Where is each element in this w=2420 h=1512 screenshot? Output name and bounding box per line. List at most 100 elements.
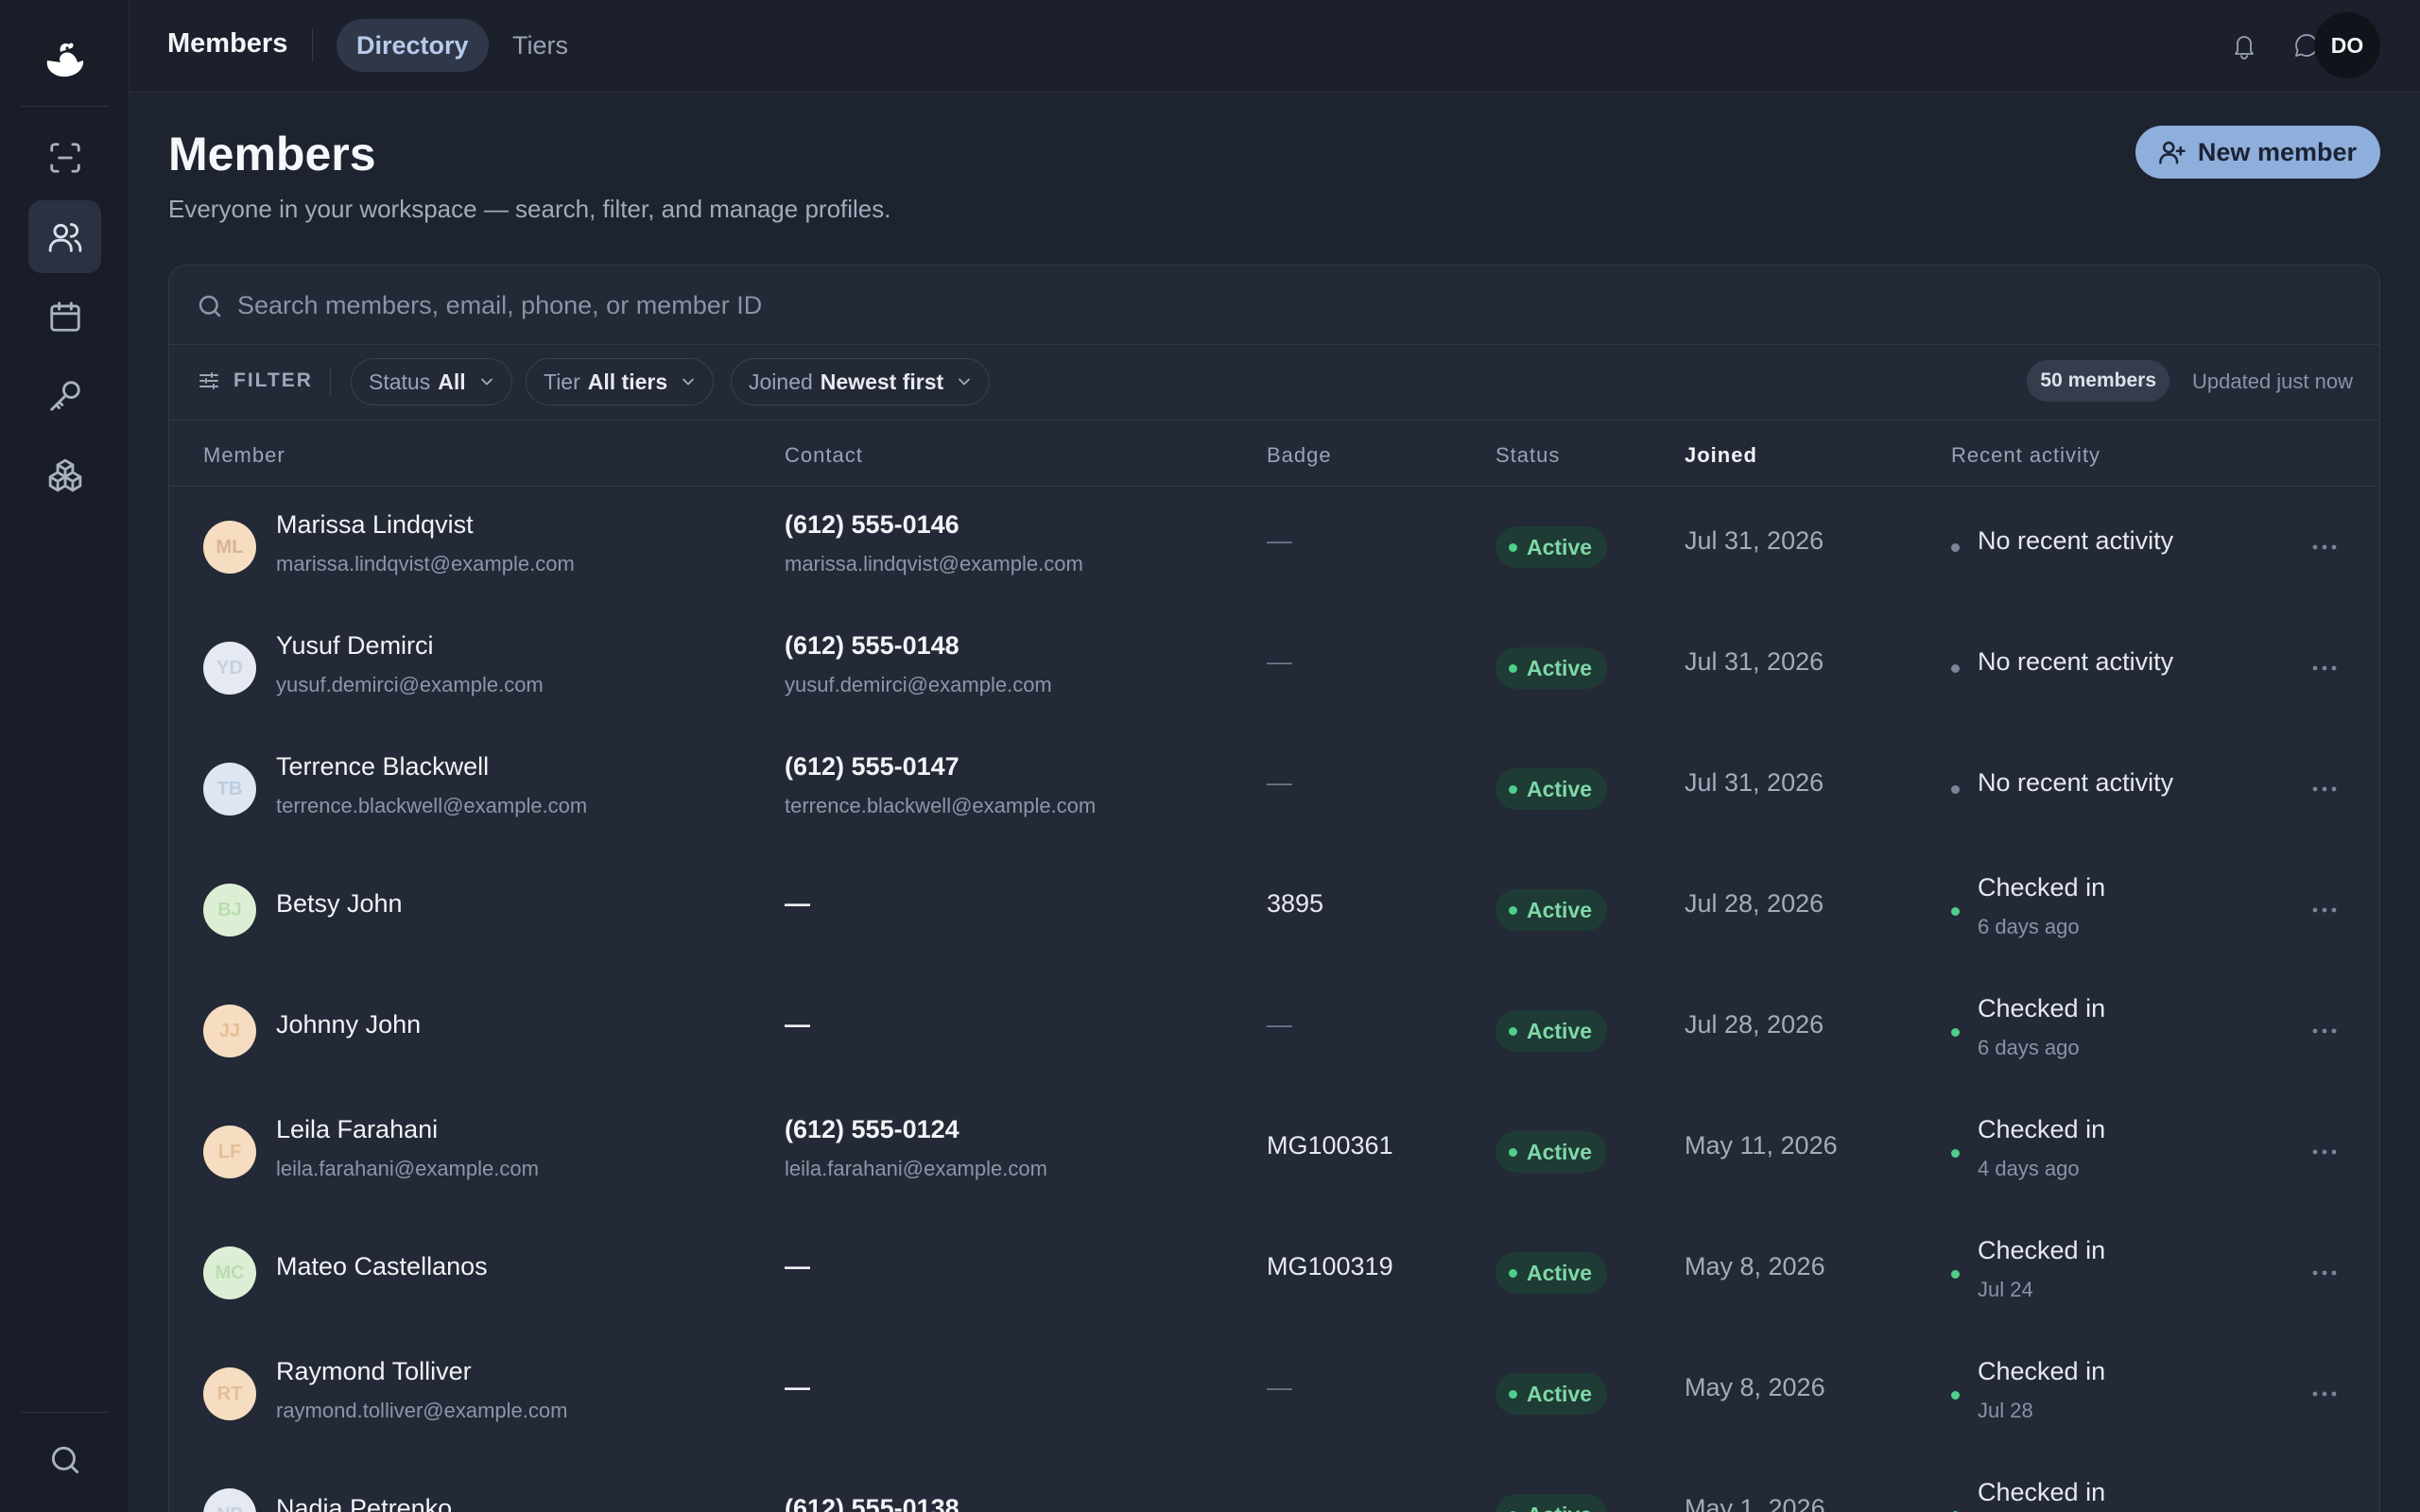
member-email: yusuf.demirci@example.com — [276, 673, 544, 696]
activity-dot — [1951, 1149, 1960, 1158]
badge-empty: — — [1267, 647, 1292, 676]
row-actions-button[interactable] — [2306, 775, 2343, 803]
table-row[interactable]: BJ Betsy John — 3895 Active Jul 28, 2026 Check… — [169, 850, 2379, 971]
calendar-nav-button[interactable] — [28, 280, 101, 352]
column-header-status[interactable]: Status — [1495, 443, 1560, 468]
member-name[interactable]: Mateo Castellanos — [276, 1252, 488, 1281]
member-name[interactable]: Johnny John — [276, 1010, 421, 1040]
user-plus-icon — [2159, 141, 2186, 164]
table-row[interactable]: LF Leila Farahani leila.farahani@example.c… — [169, 1091, 2379, 1212]
joined-date: Jul 28, 2026 — [1685, 1010, 1824, 1039]
duck-logo[interactable] — [36, 32, 93, 89]
member-name[interactable]: Betsy John — [276, 889, 403, 919]
column-header-joined[interactable]: Joined — [1685, 443, 1757, 468]
status-badge: Active — [1495, 526, 1608, 568]
status-badge: Active — [1495, 1373, 1608, 1415]
activity-time: Jul 28 — [1978, 1399, 2033, 1422]
member-name[interactable]: Nadia Petrenko — [276, 1494, 452, 1512]
activity-text: Checked in — [1978, 1115, 2106, 1143]
row-actions-button[interactable] — [2306, 1138, 2343, 1166]
new-member-button[interactable]: New member — [2135, 126, 2380, 179]
member-name[interactable]: Yusuf Demirci — [276, 631, 434, 661]
activity-text: No recent activity — [1978, 768, 2174, 797]
column-header-contact[interactable]: Contact — [785, 443, 863, 468]
tab-tiers[interactable]: Tiers — [493, 19, 588, 72]
activity-time: 4 days ago — [1978, 1157, 2080, 1180]
integrations-nav-button[interactable] — [28, 438, 101, 511]
row-actions-button[interactable] — [2306, 1380, 2343, 1408]
more-horizontal-icon — [2312, 1270, 2337, 1276]
table-row[interactable]: RT Raymond Tolliver raymond.tolliver@examp… — [169, 1333, 2379, 1454]
joined-date: Jul 31, 2026 — [1685, 647, 1824, 676]
boxes-icon — [48, 458, 81, 491]
badge-number: MG100361 — [1267, 1131, 1393, 1160]
user-avatar[interactable]: DO — [2314, 12, 2380, 78]
joined-date: May 8, 2026 — [1685, 1373, 1825, 1401]
new-member-label: New member — [2197, 137, 2357, 166]
more-horizontal-icon — [2312, 1149, 2337, 1155]
chevron-down-icon — [480, 378, 493, 386]
notifications-button[interactable] — [2225, 26, 2263, 64]
contact-phone: (612) 555-0147 — [785, 752, 959, 781]
row-actions-button[interactable] — [2306, 654, 2343, 682]
member-name[interactable]: Raymond Tolliver — [276, 1357, 472, 1386]
joined-sort-dropdown[interactable]: Joined Newest first — [731, 358, 991, 405]
table-row[interactable]: YD Yusuf Demirci yusuf.demirci@example.com… — [169, 608, 2379, 729]
tab-directory[interactable]: Directory — [337, 19, 489, 72]
key-icon — [49, 380, 80, 411]
section-title: Members — [167, 28, 288, 59]
status-filter-dropdown[interactable]: Status All — [351, 358, 512, 405]
member-name[interactable]: Marissa Lindqvist — [276, 510, 474, 540]
joined-date: May 11, 2026 — [1685, 1131, 1838, 1160]
table-row[interactable]: NP Nadia Petrenko (612) 555-0138 Active May … — [169, 1454, 2379, 1512]
column-header-member[interactable]: Member — [203, 443, 285, 468]
table-row[interactable]: MC Mateo Castellanos — MG100319 Active May 8,… — [169, 1212, 2379, 1333]
more-horizontal-icon — [2312, 1028, 2337, 1034]
status-badge: Active — [1495, 1010, 1608, 1052]
more-horizontal-icon — [2312, 1391, 2337, 1397]
row-actions-button[interactable] — [2306, 1017, 2343, 1045]
avatar: JJ — [203, 1005, 256, 1057]
table-row[interactable]: ML Marissa Lindqvist marissa.lindqvist@exa… — [169, 487, 2379, 608]
joined-date: Jul 31, 2026 — [1685, 526, 1824, 555]
activity-dot — [1951, 785, 1960, 794]
joined-date: May 8, 2026 — [1685, 1252, 1825, 1280]
status-dot — [1509, 1268, 1517, 1278]
tier-filter-dropdown[interactable]: Tier All tiers — [526, 358, 715, 405]
member-name[interactable]: Leila Farahani — [276, 1115, 438, 1144]
topbar-divider — [312, 28, 313, 62]
chevron-down-icon — [959, 378, 971, 386]
keys-nav-button[interactable] — [28, 359, 101, 432]
joined-date: Jul 31, 2026 — [1685, 768, 1824, 797]
global-search-button[interactable] — [28, 1423, 101, 1496]
badge-empty: — — [1267, 1373, 1292, 1401]
contact-phone: (612) 555-0148 — [785, 631, 959, 660]
updated-status: Updated just now — [2192, 369, 2353, 393]
contact-email: marissa.lindqvist@example.com — [785, 552, 1083, 576]
filter-divider — [330, 368, 331, 396]
top-bar: Members Directory Tiers DO — [130, 0, 2420, 93]
avatar: YD — [203, 642, 256, 695]
contact-empty: — — [785, 889, 810, 918]
column-header-recent-activity[interactable]: Recent activity — [1951, 443, 2100, 468]
contact-empty: — — [785, 1373, 810, 1401]
row-actions-button[interactable] — [2306, 1259, 2343, 1287]
table-row[interactable]: JJ Johnny John — — Active Jul 28, 2026 Checked… — [169, 971, 2379, 1091]
filter-label: FILTER — [198, 369, 313, 392]
row-actions-button[interactable] — [2306, 533, 2343, 561]
scan-button[interactable] — [28, 121, 101, 194]
table-row[interactable]: TB Terrence Blackwell terrence.blackwell@e… — [169, 729, 2379, 850]
member-name[interactable]: Terrence Blackwell — [276, 752, 489, 782]
row-actions-button[interactable] — [2306, 896, 2343, 924]
member-count-badge: 50 members — [2027, 360, 2169, 402]
activity-text: No recent activity — [1978, 647, 2174, 676]
row-actions-button[interactable] — [2306, 1501, 2343, 1512]
contact-email: leila.farahani@example.com — [785, 1157, 1047, 1180]
column-header-badge[interactable]: Badge — [1267, 443, 1332, 468]
status-badge: Active — [1495, 1494, 1608, 1512]
joined-date: May 1, 2026 — [1685, 1494, 1825, 1512]
activity-dot — [1951, 543, 1960, 552]
activity-dot — [1951, 1270, 1960, 1279]
members-nav-button[interactable] — [28, 200, 101, 273]
member-search-input[interactable] — [237, 283, 2317, 328]
